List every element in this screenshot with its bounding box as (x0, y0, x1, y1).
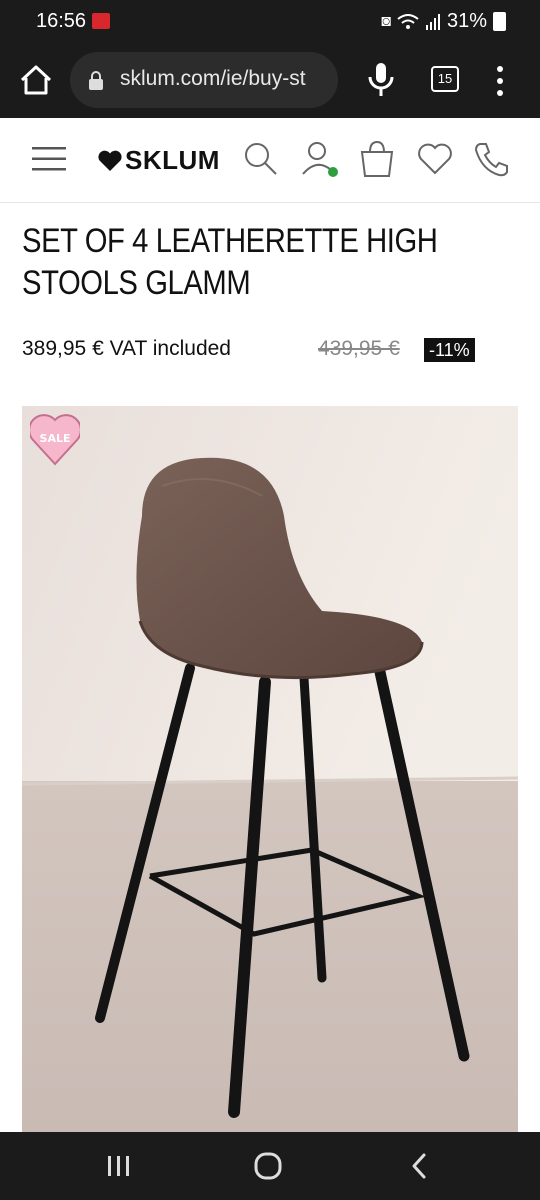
system-nav-bar (0, 1132, 540, 1200)
product-title: SET OF 4 LEATHERETTE HIGH STOOLS GLAMM (22, 222, 438, 302)
status-time: 16:56 (36, 10, 87, 32)
url-text: sklum.com/ie/buy-st (120, 67, 306, 90)
recents-icon[interactable] (98, 1150, 138, 1182)
wifi-icon (397, 13, 419, 29)
sale-badge: SALE (30, 414, 80, 466)
product-image[interactable] (22, 406, 518, 1132)
discount-badge: -11% (424, 338, 475, 362)
sklum-logo[interactable]: SKLUM (97, 145, 220, 176)
browser-toolbar: sklum.com/ie/buy-st 15 (0, 44, 540, 118)
notification-icon (92, 13, 110, 29)
original-price: 439,95 € (318, 337, 400, 360)
back-icon[interactable] (400, 1150, 440, 1182)
search-icon[interactable] (242, 140, 280, 178)
phone-icon[interactable] (472, 140, 510, 178)
tabs-button[interactable]: 15 (431, 66, 459, 92)
signal-icon (425, 13, 440, 30)
battery-percent: 31% (446, 10, 487, 32)
home-icon[interactable] (248, 1150, 288, 1182)
status-bar: 16:56 ◙ 31% (0, 0, 540, 44)
current-price: 389,95 € VAT included (22, 337, 231, 360)
heart-logo-icon (98, 150, 122, 171)
alarm-icon: ◙ (381, 12, 391, 30)
heart-icon[interactable] (416, 140, 454, 178)
user-icon[interactable] (300, 140, 338, 178)
site-header: SKLUM (0, 118, 540, 203)
stool-illustration (22, 406, 518, 1132)
more-icon[interactable] (492, 64, 508, 98)
bag-icon[interactable] (358, 140, 396, 178)
online-status-dot (328, 167, 338, 177)
address-bar[interactable]: sklum.com/ie/buy-st (70, 52, 338, 108)
lock-icon (89, 71, 103, 90)
status-right: ◙ 31% (381, 10, 506, 33)
sale-badge-text: SALE (40, 432, 71, 445)
battery-icon (493, 12, 506, 31)
mic-icon[interactable] (364, 60, 398, 100)
home-icon[interactable] (18, 62, 54, 98)
logo-text: SKLUM (125, 145, 220, 175)
menu-icon[interactable] (32, 144, 66, 174)
